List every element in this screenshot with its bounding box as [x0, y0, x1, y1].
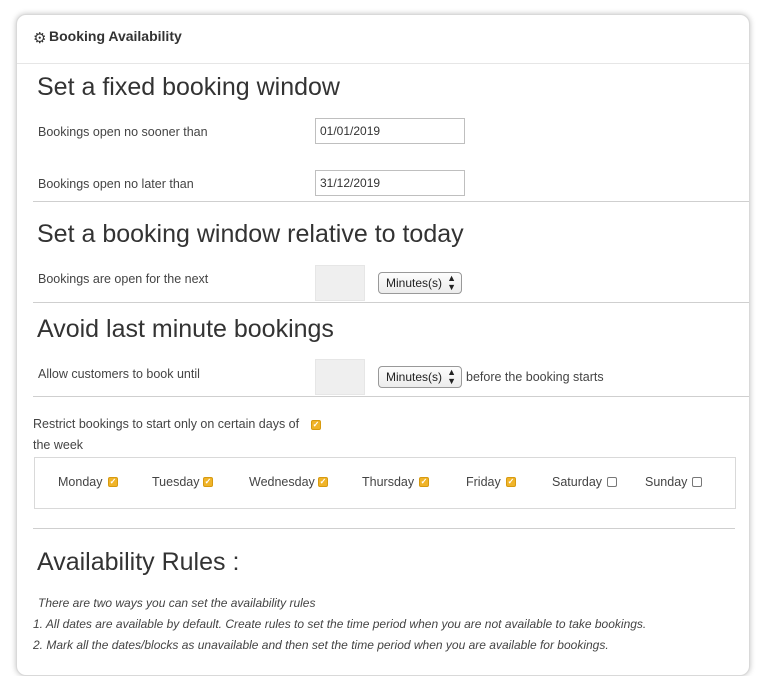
weekday-selector: Monday ✓ Tuesday ✓ Wednesday ✓ Thursday …	[34, 457, 736, 509]
availability-rules-heading: Availability Rules :	[37, 548, 240, 576]
day-label-tuesday: Tuesday	[152, 475, 200, 489]
book-until-unit-value: Minutes(s)	[386, 370, 443, 384]
select-arrows-icon: ▲ ▼	[447, 273, 456, 292]
divider	[33, 302, 749, 303]
wednesday-checkbox[interactable]: ✓	[318, 477, 328, 487]
divider	[33, 396, 749, 397]
divider	[33, 528, 735, 529]
divider	[33, 201, 749, 202]
gear-icon: ⚙	[33, 30, 47, 47]
book-until-label: Allow customers to book until	[38, 367, 200, 381]
open-from-label: Bookings open no sooner than	[38, 125, 208, 139]
day-label-monday: Monday	[58, 475, 103, 489]
open-until-date-input[interactable]: 31/12/2019	[315, 170, 465, 196]
day-label-thursday: Thursday	[362, 475, 415, 489]
day-label-saturday: Saturday	[552, 475, 603, 489]
thursday-checkbox[interactable]: ✓	[419, 477, 429, 487]
card-header: ⚙ Booking Availability	[17, 15, 749, 64]
booking-availability-card: ⚙ Booking Availability Set a fixed booki…	[16, 14, 750, 676]
saturday-checkbox[interactable]	[607, 477, 617, 487]
open-from-date-input[interactable]: 01/01/2019	[315, 118, 465, 144]
page: ⚙ Booking Availability Set a fixed booki…	[0, 0, 762, 676]
last-minute-heading: Avoid last minute bookings	[37, 315, 334, 343]
relative-window-heading: Set a booking window relative to today	[37, 220, 464, 248]
open-for-next-unit-select[interactable]: Minutes(s) ▲ ▼	[378, 272, 462, 294]
restrict-days-checkbox[interactable]: ✓	[311, 420, 321, 430]
tuesday-checkbox[interactable]: ✓	[203, 477, 213, 487]
friday-checkbox[interactable]: ✓	[506, 477, 516, 487]
rules-item-1: 1. All dates are available by default. C…	[33, 617, 647, 631]
restrict-days-label: Restrict bookings to start only on certa…	[33, 417, 300, 431]
open-for-next-unit-value: Minutes(s)	[386, 276, 443, 290]
day-label-wednesday: Wednesday	[249, 475, 315, 489]
open-for-next-input[interactable]	[315, 265, 365, 301]
open-for-next-label: Bookings are open for the next	[38, 272, 209, 286]
card-title: Booking Availability	[49, 28, 182, 44]
day-label-sunday: Sunday	[645, 475, 688, 489]
rules-item-2: 2. Mark all the dates/blocks as unavaila…	[33, 638, 609, 652]
book-until-suffix: before the booking starts	[466, 370, 604, 384]
sunday-checkbox[interactable]	[692, 477, 702, 487]
book-until-input[interactable]	[315, 359, 365, 395]
day-label-friday: Friday	[466, 475, 501, 489]
book-until-unit-select[interactable]: Minutes(s) ▲ ▼	[378, 366, 462, 388]
open-until-label: Bookings open no later than	[38, 177, 194, 191]
restrict-days-label-cont: the week	[33, 438, 84, 452]
rules-intro: There are two ways you can set the avail…	[38, 596, 316, 610]
select-arrows-icon: ▲ ▼	[447, 367, 456, 386]
fixed-window-heading: Set a fixed booking window	[37, 73, 340, 101]
monday-checkbox[interactable]: ✓	[108, 477, 118, 487]
